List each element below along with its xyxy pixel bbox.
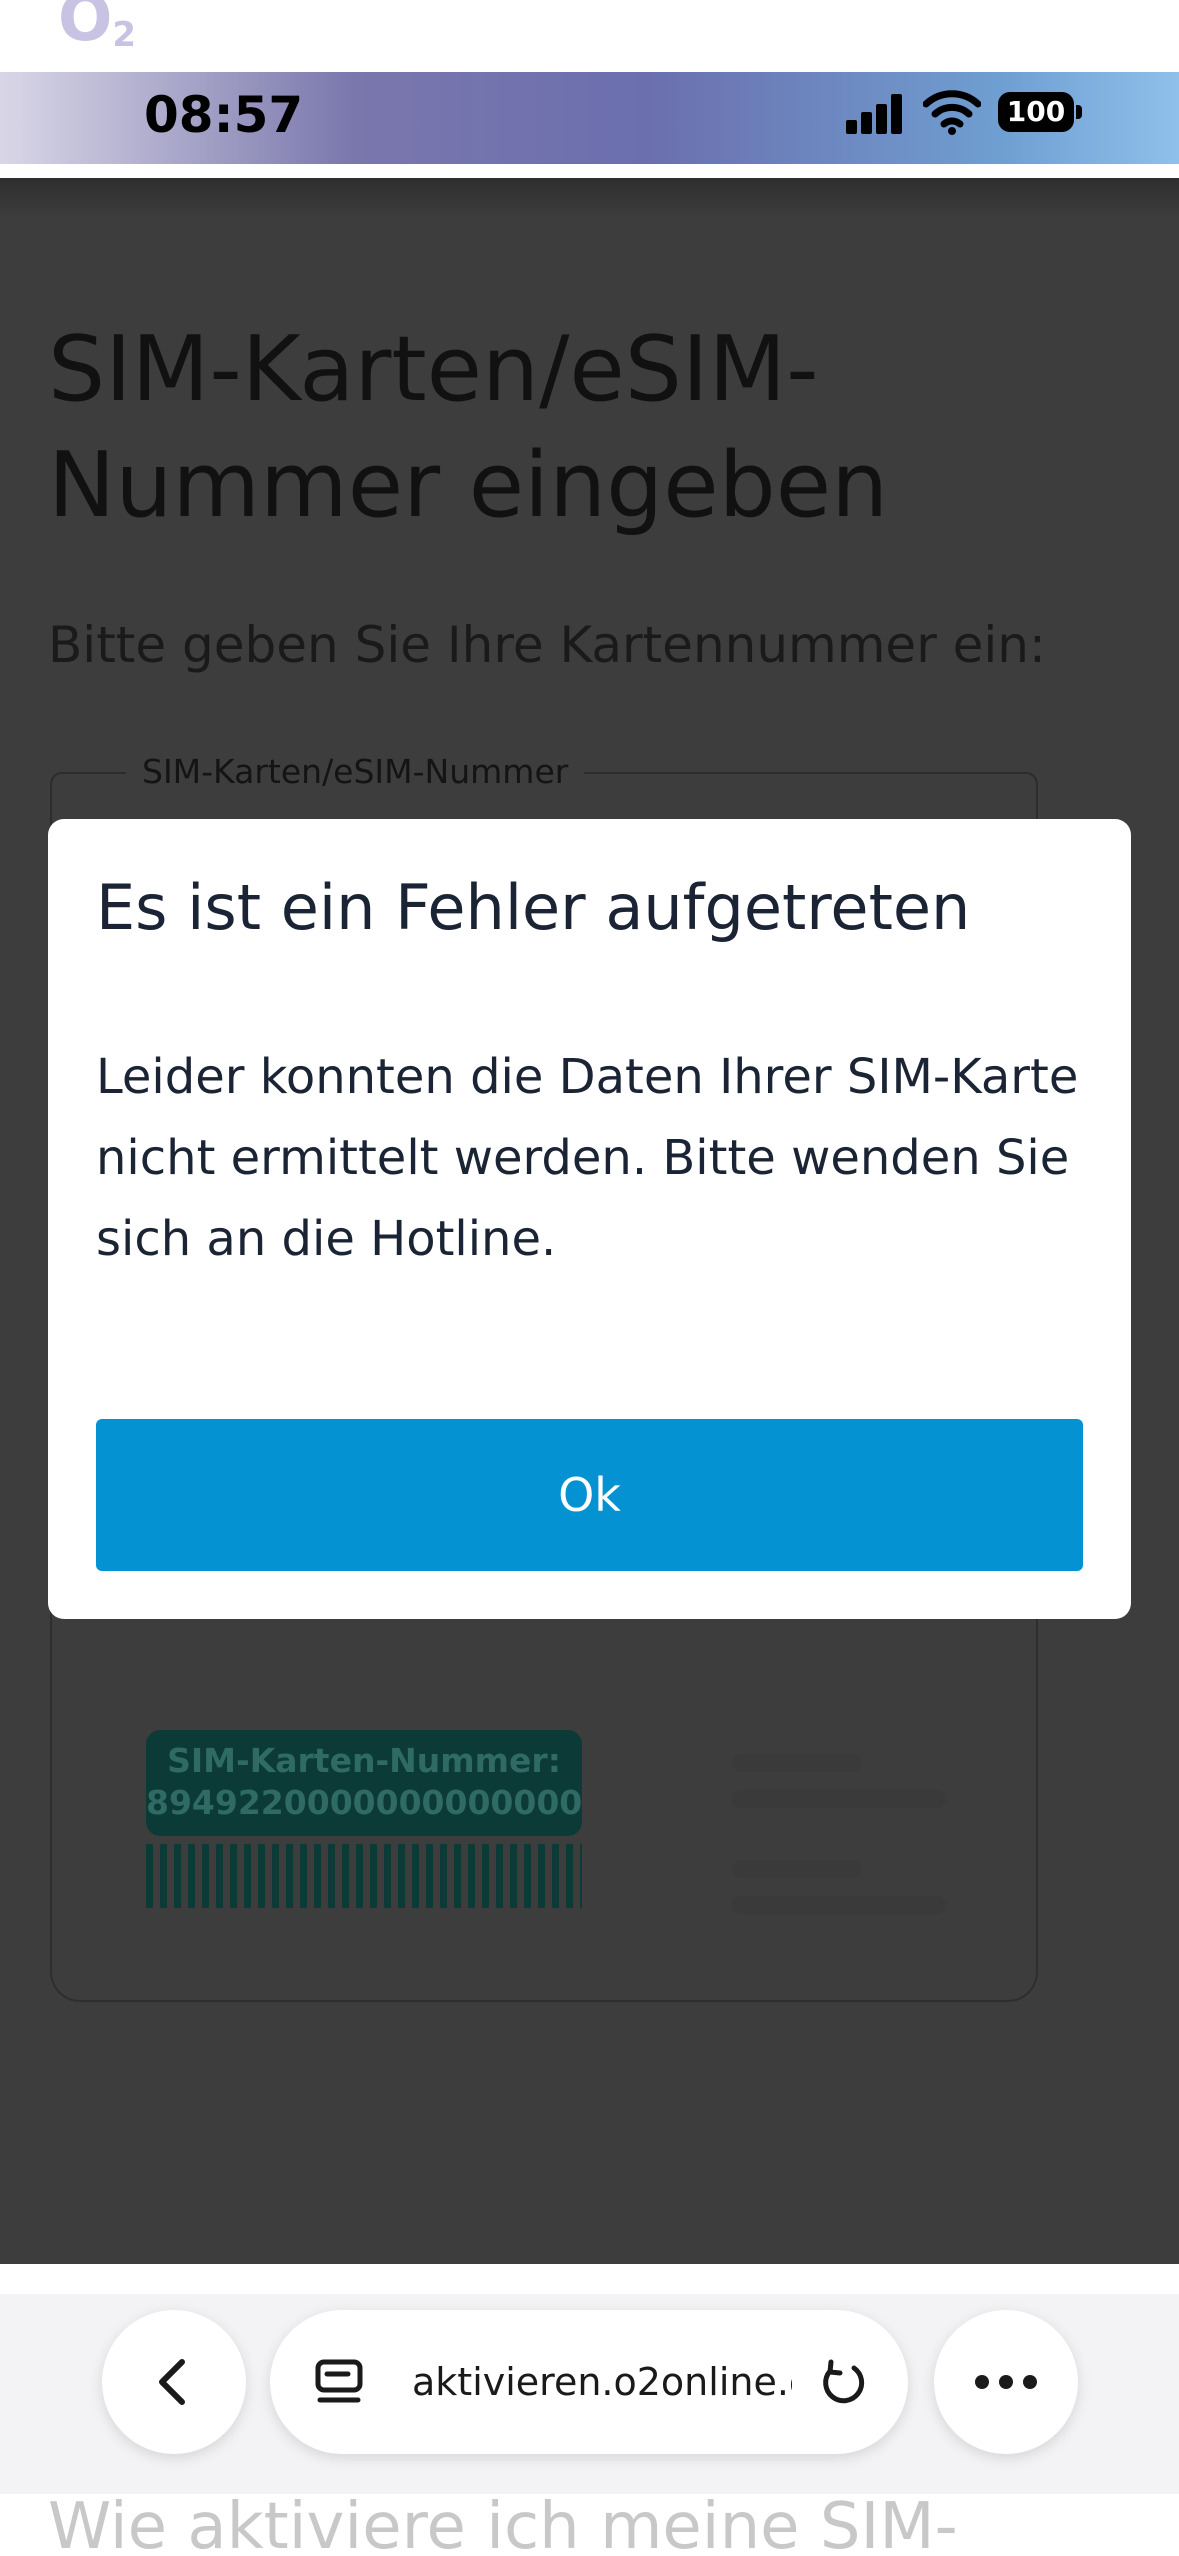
overlay-shadow [0, 178, 1179, 218]
o2-logo: O2 [58, 0, 137, 56]
browser-toolbar-area: Wie aktiviere ich meine SIM- aktivieren.… [0, 2264, 1179, 2556]
battery-icon: 100 [998, 92, 1074, 132]
placeholder-line [732, 1790, 946, 1808]
sim-card-number: 8949220000000000000 [146, 1783, 583, 1822]
chevron-left-icon [159, 2359, 185, 2405]
placeholder-line [732, 1860, 862, 1878]
header-strip: O2 [0, 0, 1179, 72]
ok-button[interactable]: Ok [96, 1419, 1083, 1571]
placeholder-line [732, 1754, 862, 1772]
divider [0, 164, 1179, 178]
battery-tip [1076, 105, 1082, 119]
placeholder-line [732, 1896, 946, 1914]
sim-number-field-label: SIM-Karten/eSIM-Nummer [126, 752, 585, 791]
dialog-title: Es ist ein Fehler aufgetreten [96, 871, 971, 944]
barcode-graphic [146, 1844, 582, 1908]
tabs-icon[interactable] [314, 2356, 366, 2408]
address-bar[interactable]: aktivieren.o2online.de [270, 2310, 908, 2454]
more-dot-icon [1023, 2375, 1037, 2389]
page-subtitle: Bitte geben Sie Ihre Kartennummer ein: [48, 616, 1046, 674]
status-time: 08:57 [144, 86, 304, 144]
page-title: SIM-Karten/eSIM-Nummer eingeben [48, 317, 889, 538]
back-button[interactable] [102, 2310, 246, 2454]
status-bar: 08:57 100 [0, 72, 1179, 164]
wifi-icon [923, 90, 981, 135]
cellular-signal-icon [846, 94, 904, 134]
more-options-button[interactable] [934, 2310, 1078, 2454]
sim-card-label: SIM-Karten-Nummer: [167, 1741, 561, 1780]
error-dialog: Es ist ein Fehler aufgetreten Leider kon… [48, 819, 1131, 1619]
more-dot-icon [975, 2375, 989, 2389]
reload-icon[interactable] [814, 2354, 870, 2410]
more-dot-icon [999, 2375, 1013, 2389]
dialog-message: Leider konnten die Daten Ihrer SIM-Karte… [96, 1049, 1079, 1267]
url-text: aktivieren.o2online.de [412, 2360, 792, 2404]
section-heading-peek: Wie aktiviere ich meine SIM- [48, 2490, 958, 2556]
sim-card-number-tag: SIM-Karten-Nummer: 8949220000000000000 [146, 1730, 582, 1836]
page: O2 08:57 100 SIM-Karten/eSIM-Nummer eing… [0, 0, 1179, 2556]
